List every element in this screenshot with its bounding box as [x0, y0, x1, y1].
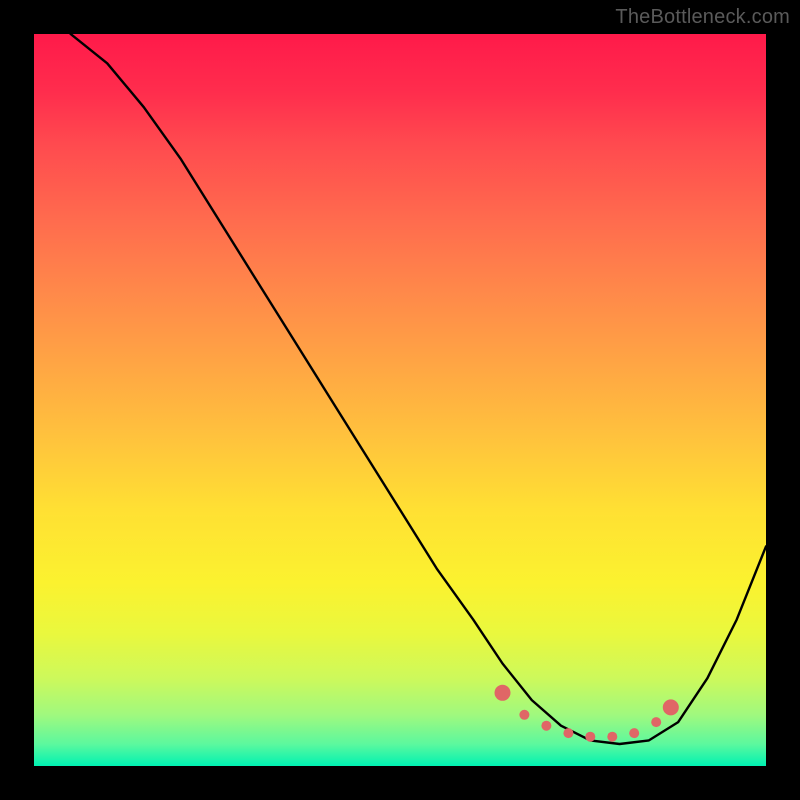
valley-marker: [563, 728, 573, 738]
valley-marker: [541, 721, 551, 731]
watermark-text: TheBottleneck.com: [615, 6, 790, 29]
valley-markers-group: [495, 685, 679, 742]
valley-marker: [585, 732, 595, 742]
valley-marker: [629, 728, 639, 738]
plot-area: [34, 34, 766, 766]
valley-marker: [663, 699, 679, 715]
chart-svg: [34, 34, 766, 766]
main-curve: [71, 34, 766, 744]
valley-marker: [495, 685, 511, 701]
valley-marker: [607, 732, 617, 742]
valley-marker: [651, 717, 661, 727]
curve-group: [71, 34, 766, 744]
chart-frame: TheBottleneck.com: [0, 0, 800, 800]
valley-marker: [519, 710, 529, 720]
